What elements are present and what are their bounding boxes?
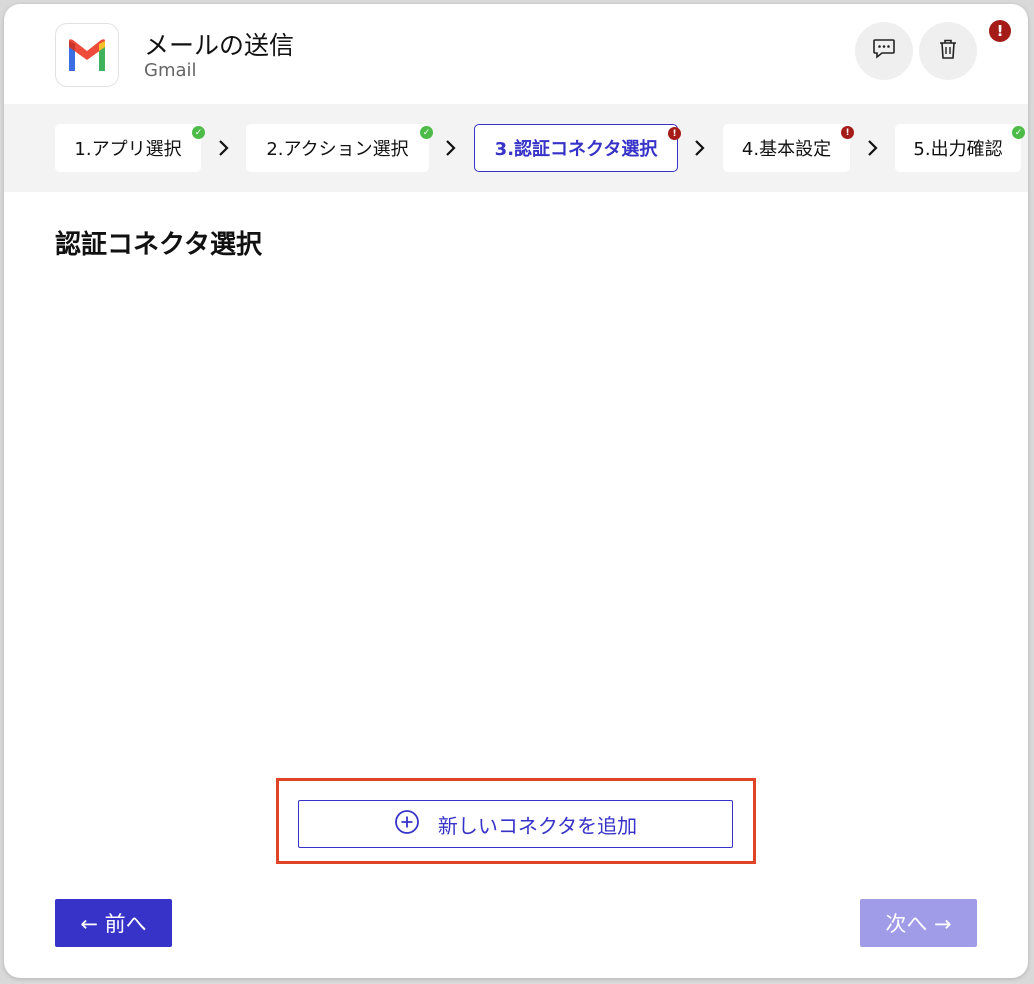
step-label: 1.アプリ選択 (74, 139, 182, 160)
chevron-right-icon (446, 140, 456, 156)
alert-icon: ! (989, 20, 1011, 42)
step-output-confirm[interactable]: 5.出力確認 ✓ (895, 124, 1025, 172)
next-button[interactable]: 次へ → (860, 899, 977, 947)
add-new-connector-button[interactable]: 新しいコネクタを追加 (298, 800, 733, 848)
comment-button[interactable] (855, 22, 913, 80)
section-title: 認証コネクタ選択 (55, 230, 262, 260)
step-navigation: 1.アプリ選択 ✓ 2.アクション選択 ✓ 3.認証コネクタ選択 ! 4.基本設… (4, 104, 1028, 192)
workflow-step-panel: メールの送信 Gmail ! 1.アプリ選択 ✓ 2.アクション選択 ✓ 3.認… (4, 4, 1028, 978)
step-basic-settings[interactable]: 4.基本設定 ! (723, 124, 854, 172)
step-label: 3.認証コネクタ選択 (494, 139, 658, 160)
check-icon: ✓ (192, 126, 205, 139)
step-label: 4.基本設定 (741, 139, 832, 160)
plus-circle-icon (394, 809, 420, 840)
step-label: 5.出力確認 (913, 139, 1003, 160)
app-name: Gmail (144, 60, 197, 81)
page-title: メールの送信 (144, 31, 295, 60)
step-app-select[interactable]: 1.アプリ選択 ✓ (55, 124, 205, 172)
chevron-right-icon (695, 140, 705, 156)
previous-button[interactable]: ← 前へ (55, 899, 172, 947)
gmail-logo-icon (55, 23, 119, 87)
step-auth-connector-select[interactable]: 3.認証コネクタ選択 ! (474, 124, 681, 172)
comment-dots-icon (872, 38, 896, 64)
chevron-right-icon (868, 140, 878, 156)
step-label: 2.アクション選択 (266, 139, 409, 160)
trash-icon (938, 38, 958, 64)
error-icon: ! (668, 127, 681, 140)
delete-button[interactable] (919, 22, 977, 80)
error-icon: ! (841, 126, 854, 139)
chevron-right-icon (219, 140, 229, 156)
check-icon: ✓ (420, 126, 433, 139)
add-connector-label: 新しいコネクタを追加 (437, 813, 638, 838)
check-icon: ✓ (1012, 126, 1025, 139)
step-action-select[interactable]: 2.アクション選択 ✓ (246, 124, 433, 172)
